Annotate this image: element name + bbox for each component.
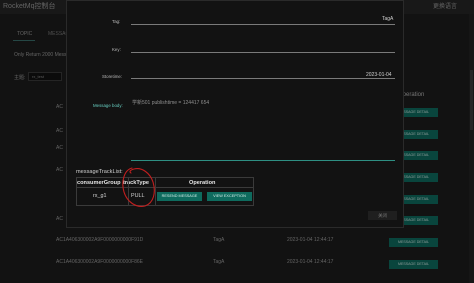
storetime-label: Storetime: — [102, 74, 123, 79]
tag-label: Tag: — [112, 19, 121, 24]
column-header-operation: Operation — [189, 180, 216, 186]
column-header-consumer-group: consumerGroup — [77, 180, 121, 186]
red-annotation-circle — [122, 167, 155, 207]
track-list-table: consumerGroup trackType Operation rx_g1 … — [76, 177, 254, 206]
consumer-group-cell: rx_g1 — [93, 193, 107, 199]
view-exception-button[interactable]: VIEW EXCEPTION — [207, 192, 252, 201]
key-label: Key: — [112, 47, 121, 52]
close-button[interactable]: 关闭 — [368, 211, 397, 220]
storetime-field[interactable] — [131, 78, 395, 79]
message-body-text[interactable]: 学新501 publishtime = 124417 654 — [132, 99, 209, 106]
tag-value: TagA — [382, 16, 394, 22]
message-body-label: Message body: — [93, 103, 123, 108]
header-divider — [77, 187, 253, 188]
track-list-label: messageTrackList: — [76, 169, 123, 175]
key-field[interactable] — [131, 52, 395, 53]
message-detail-modal: Tag: TagA Key: Storetime: 2023-01-04 Mes… — [66, 0, 404, 228]
resend-message-button[interactable]: RESEND MESSAGE — [157, 192, 202, 201]
tag-field[interactable] — [131, 24, 395, 25]
message-body-field[interactable] — [131, 160, 395, 161]
